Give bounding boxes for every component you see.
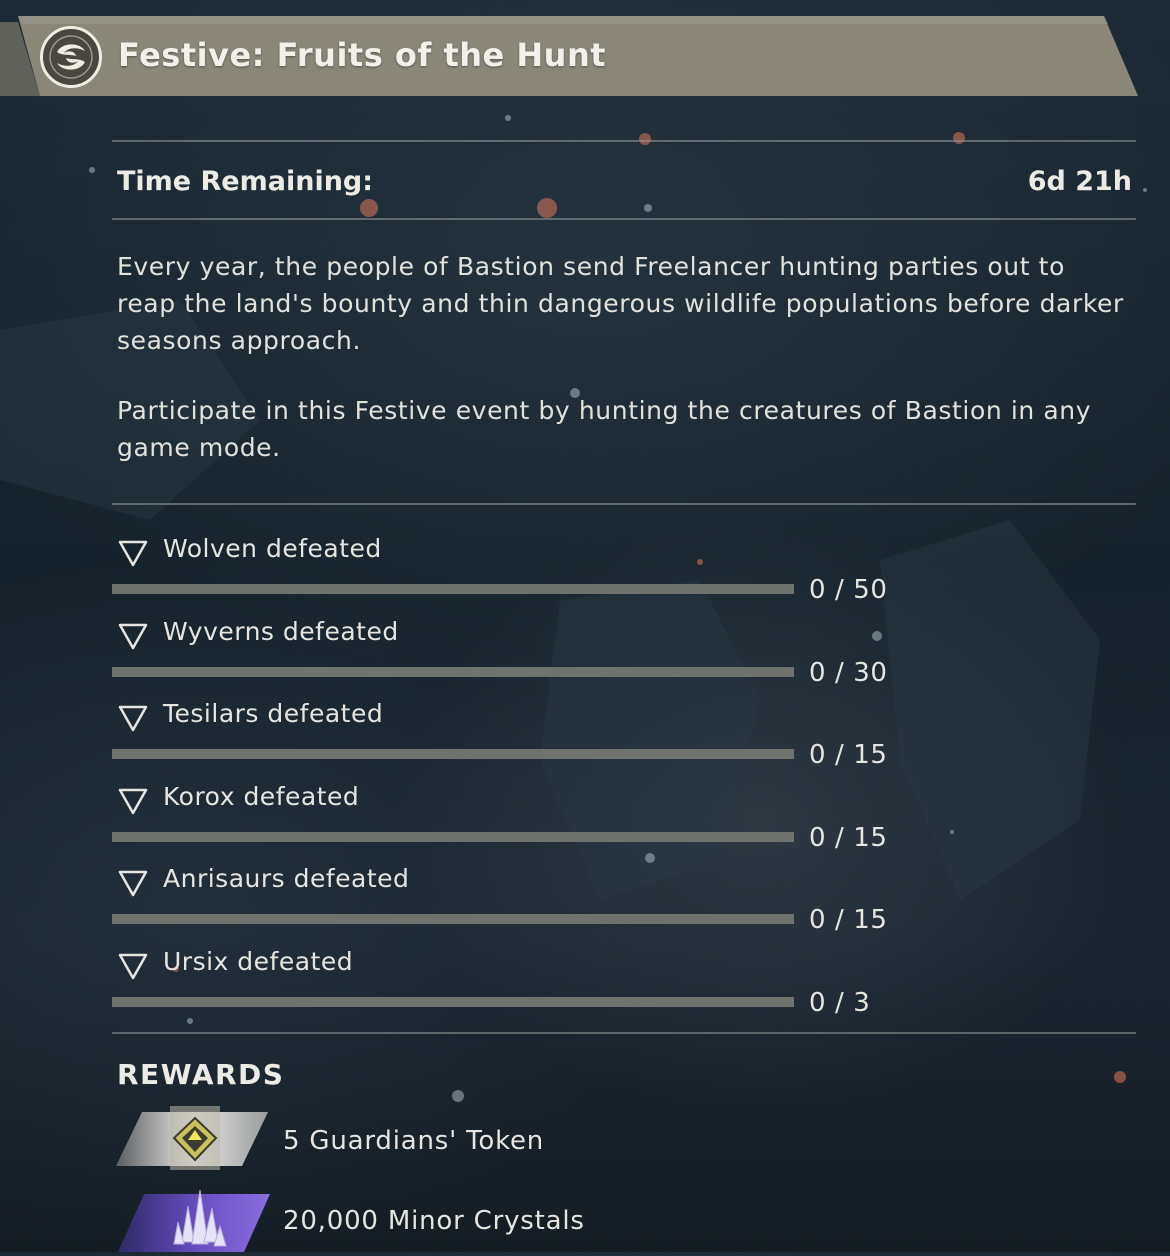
objective-label: Anrisaurs defeated (163, 864, 410, 893)
rewards-heading: REWARDS (117, 1058, 285, 1091)
progress-bar (112, 914, 794, 924)
divider (112, 503, 1136, 505)
time-remaining-label: Time Remaining: (117, 166, 374, 197)
progress-bar (112, 832, 794, 842)
objective-korox: Korox defeated 0 / 15 (112, 774, 912, 857)
divider (112, 140, 1136, 142)
progress-bar (112, 667, 794, 677)
objective-anrisaurs: Anrisaurs defeated 0 / 15 (112, 856, 912, 939)
objective-triangle-icon (118, 623, 148, 650)
progress-count: 0 / 15 (809, 905, 888, 935)
objective-wyverns: Wyverns defeated 0 / 30 (112, 609, 912, 692)
swirl-emblem-icon (40, 26, 102, 88)
objective-label: Wolven defeated (163, 534, 382, 563)
event-title: Festive: Fruits of the Hunt (118, 36, 607, 74)
event-description: Every year, the people of Bastion send F… (117, 252, 1124, 355)
objective-triangle-icon (118, 540, 148, 567)
minor-crystals-icon (118, 1189, 270, 1252)
progress-count: 0 / 50 (809, 575, 888, 605)
reward-label: 20,000 Minor Crystals (283, 1206, 585, 1236)
objective-label: Tesilars defeated (163, 699, 384, 728)
objective-triangle-icon (118, 870, 148, 897)
progress-bar (112, 749, 794, 759)
objective-label: Korox defeated (163, 782, 360, 811)
divider (112, 218, 1136, 220)
reward-guardians-token: 5 Guardians' Token (112, 1106, 812, 1176)
progress-bar (112, 584, 794, 594)
event-header: Festive: Fruits of the Hunt (0, 0, 1170, 110)
objective-label: Wyverns defeated (163, 617, 399, 646)
progress-count: 0 / 3 (809, 988, 871, 1018)
progress-bar (112, 997, 794, 1007)
event-instructions: Participate in this Festive event by hun… (117, 396, 1092, 462)
reward-label: 5 Guardians' Token (283, 1126, 545, 1156)
objective-triangle-icon (118, 788, 148, 815)
time-remaining-value: 6d 21h (1027, 166, 1132, 197)
objective-label: Ursix defeated (163, 947, 354, 976)
reward-minor-crystals: 20,000 Minor Crystals (112, 1186, 812, 1256)
objective-triangle-icon (118, 953, 148, 980)
progress-count: 0 / 15 (809, 823, 888, 853)
objective-tesilars: Tesilars defeated 0 / 15 (112, 691, 912, 774)
objective-ursix: Ursix defeated 0 / 3 (112, 939, 912, 1022)
progress-count: 0 / 30 (809, 658, 888, 688)
divider (112, 1032, 1136, 1034)
objective-triangle-icon (118, 705, 148, 732)
objective-wolven: Wolven defeated 0 / 50 (112, 526, 912, 609)
progress-count: 0 / 15 (809, 740, 888, 770)
guardians-token-icon (116, 1106, 268, 1170)
